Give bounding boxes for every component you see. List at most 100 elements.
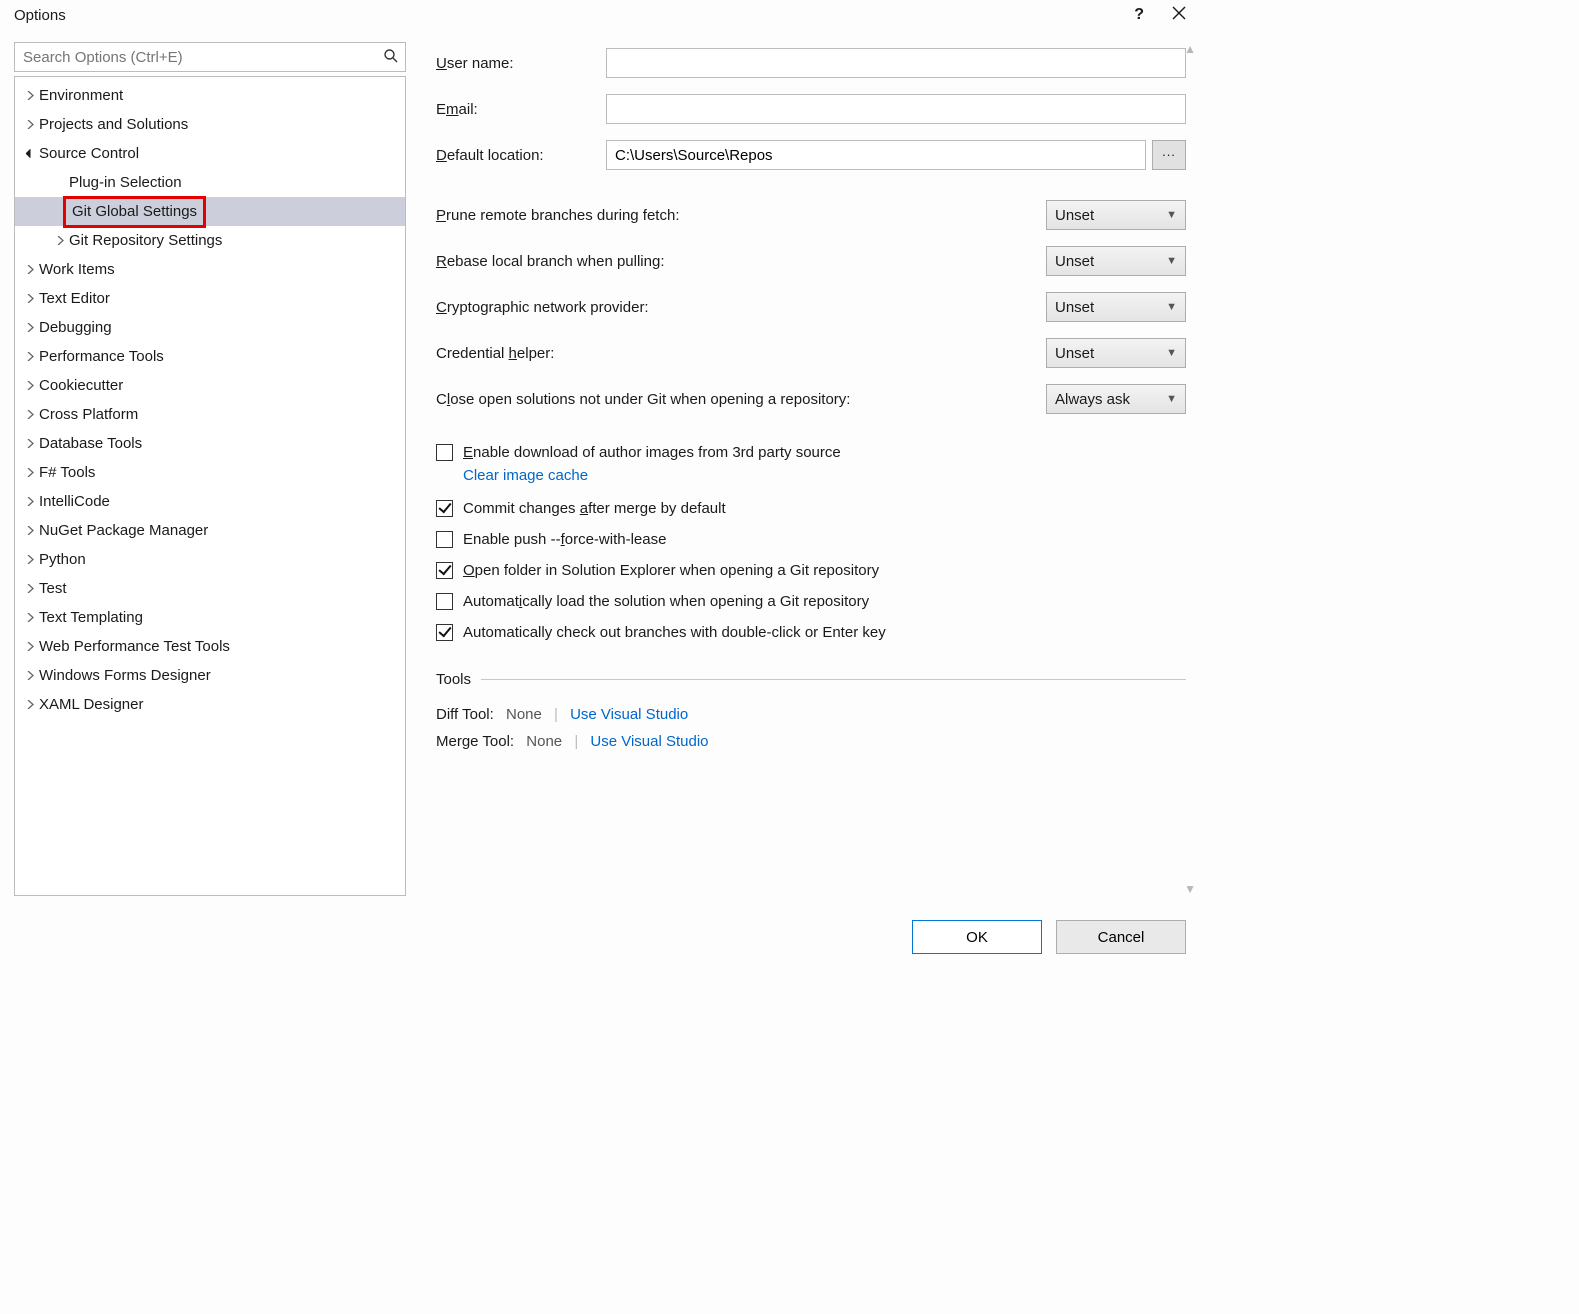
chevron-right-icon [21, 265, 39, 274]
tree-item-xaml[interactable]: XAML Designer [15, 690, 405, 719]
tree-item-fsharp[interactable]: F# Tools [15, 458, 405, 487]
chevron-right-icon [21, 468, 39, 477]
chevron-down-icon: ▼ [1166, 255, 1177, 267]
divider [481, 679, 1186, 680]
tree-label: Work Items [39, 255, 115, 284]
chevron-right-icon [21, 497, 39, 506]
tree-item-cross-platform[interactable]: Cross Platform [15, 400, 405, 429]
tree-label: IntelliCode [39, 487, 110, 516]
options-dialog: Options ? Environment Projects and Solut… [0, 0, 1200, 972]
tree-item-git-repo-settings[interactable]: Git Repository Settings [15, 226, 405, 255]
scroll-up-icon[interactable]: ▲ [1184, 42, 1196, 56]
tree-item-web-perf[interactable]: Web Performance Test Tools [15, 632, 405, 661]
merge-tool-value: None [526, 733, 562, 750]
search-icon[interactable] [383, 48, 399, 68]
chevron-right-icon [21, 526, 39, 535]
tree-item-performance[interactable]: Performance Tools [15, 342, 405, 371]
tree-item-nuget[interactable]: NuGet Package Manager [15, 516, 405, 545]
tree-item-intellicode[interactable]: IntelliCode [15, 487, 405, 516]
tree-item-python[interactable]: Python [15, 545, 405, 574]
auto-load-checkbox[interactable] [436, 593, 453, 610]
chevron-right-icon [21, 294, 39, 303]
tree-label: Cookiecutter [39, 371, 123, 400]
scroll-down-icon[interactable]: ▼ [1184, 882, 1196, 896]
credential-label: Credential helper: [436, 345, 554, 362]
force-with-lease-checkbox[interactable] [436, 531, 453, 548]
crypto-dropdown[interactable]: Unset ▼ [1046, 292, 1186, 322]
default-location-label: Default location: [436, 147, 606, 164]
tree-item-cookiecutter[interactable]: Cookiecutter [15, 371, 405, 400]
help-icon[interactable]: ? [1134, 6, 1144, 24]
chevron-right-icon [21, 352, 39, 361]
clear-image-cache-link[interactable]: Clear image cache [463, 467, 588, 484]
tree-item-debugging[interactable]: Debugging [15, 313, 405, 342]
chevron-right-icon [21, 120, 39, 129]
close-icon[interactable] [1172, 6, 1186, 24]
chevron-down-icon: ▼ [1166, 209, 1177, 221]
commit-after-merge-checkbox[interactable] [436, 500, 453, 517]
dropdown-value: Unset [1055, 345, 1094, 362]
chevron-right-icon [21, 439, 39, 448]
auto-load-label: Automatically load the solution when ope… [463, 593, 869, 610]
credential-dropdown[interactable]: Unset ▼ [1046, 338, 1186, 368]
search-box[interactable] [14, 42, 406, 72]
tree-item-work-items[interactable]: Work Items [15, 255, 405, 284]
cancel-button[interactable]: Cancel [1056, 920, 1186, 954]
tree-item-git-global-settings[interactable]: Git Global Settings [15, 197, 405, 226]
default-location-input[interactable] [606, 140, 1146, 170]
rebase-dropdown[interactable]: Unset▼ [1046, 246, 1186, 276]
commit-after-merge-label: Commit changes after merge by default [463, 500, 726, 517]
merge-tool-label: Merge Tool: [436, 733, 514, 750]
separator: | [574, 733, 578, 750]
tree-item-database[interactable]: Database Tools [15, 429, 405, 458]
tree-label: Web Performance Test Tools [39, 632, 230, 661]
chevron-right-icon [21, 555, 39, 564]
enable-download-checkbox[interactable] [436, 444, 453, 461]
tree-item-plugin-selection[interactable]: Plug-in Selection [15, 168, 405, 197]
force-with-lease-label: Enable push --force-with-lease [463, 531, 666, 548]
dropdown-value: Unset [1055, 299, 1094, 316]
chevron-right-icon [21, 584, 39, 593]
diff-tool-value: None [506, 706, 542, 723]
titlebar: Options ? [0, 0, 1200, 42]
auto-checkout-checkbox[interactable] [436, 624, 453, 641]
browse-button[interactable]: ... [1152, 140, 1186, 170]
tree-label: Projects and Solutions [39, 110, 188, 139]
email-label: Email: [436, 101, 606, 118]
tree-label: Environment [39, 81, 123, 110]
tree-label: Database Tools [39, 429, 142, 458]
search-input[interactable] [15, 43, 377, 71]
ok-button[interactable]: OK [912, 920, 1042, 954]
chevron-right-icon [21, 642, 39, 651]
open-folder-checkbox[interactable] [436, 562, 453, 579]
tree-label: Performance Tools [39, 342, 164, 371]
username-input[interactable] [606, 48, 1186, 78]
close-solutions-dropdown[interactable]: Always ask▼ [1046, 384, 1186, 414]
tree-item-environment[interactable]: Environment [15, 81, 405, 110]
chevron-down-icon: ▼ [1166, 347, 1177, 359]
enable-download-label: Enable download of author images from 3r… [463, 444, 841, 461]
window-title: Options [14, 7, 66, 24]
diff-use-vs-link[interactable]: Use Visual Studio [570, 706, 688, 723]
separator: | [554, 706, 558, 723]
options-tree[interactable]: Environment Projects and Solutions Sourc… [14, 76, 406, 896]
chevron-right-icon [21, 323, 39, 332]
auto-checkout-label: Automatically check out branches with do… [463, 624, 886, 641]
tree-label: Debugging [39, 313, 112, 342]
tree-item-test[interactable]: Test [15, 574, 405, 603]
chevron-down-icon: ▼ [1166, 301, 1177, 313]
diff-tool-row: Diff Tool: None | Use Visual Studio [436, 706, 1186, 723]
prune-dropdown[interactable]: Unset▼ [1046, 200, 1186, 230]
chevron-right-icon [21, 410, 39, 419]
tree-label: Python [39, 545, 86, 574]
tree-label: Text Templating [39, 603, 143, 632]
email-input[interactable] [606, 94, 1186, 124]
tree-item-text-editor[interactable]: Text Editor [15, 284, 405, 313]
tree-item-winforms[interactable]: Windows Forms Designer [15, 661, 405, 690]
tree-item-source-control[interactable]: Source Control [15, 139, 405, 168]
browse-label: ... [1162, 144, 1176, 159]
tree-item-projects[interactable]: Projects and Solutions [15, 110, 405, 139]
prune-label: Prune remote branches during fetch: [436, 207, 679, 224]
tree-item-text-templating[interactable]: Text Templating [15, 603, 405, 632]
merge-use-vs-link[interactable]: Use Visual Studio [590, 733, 708, 750]
